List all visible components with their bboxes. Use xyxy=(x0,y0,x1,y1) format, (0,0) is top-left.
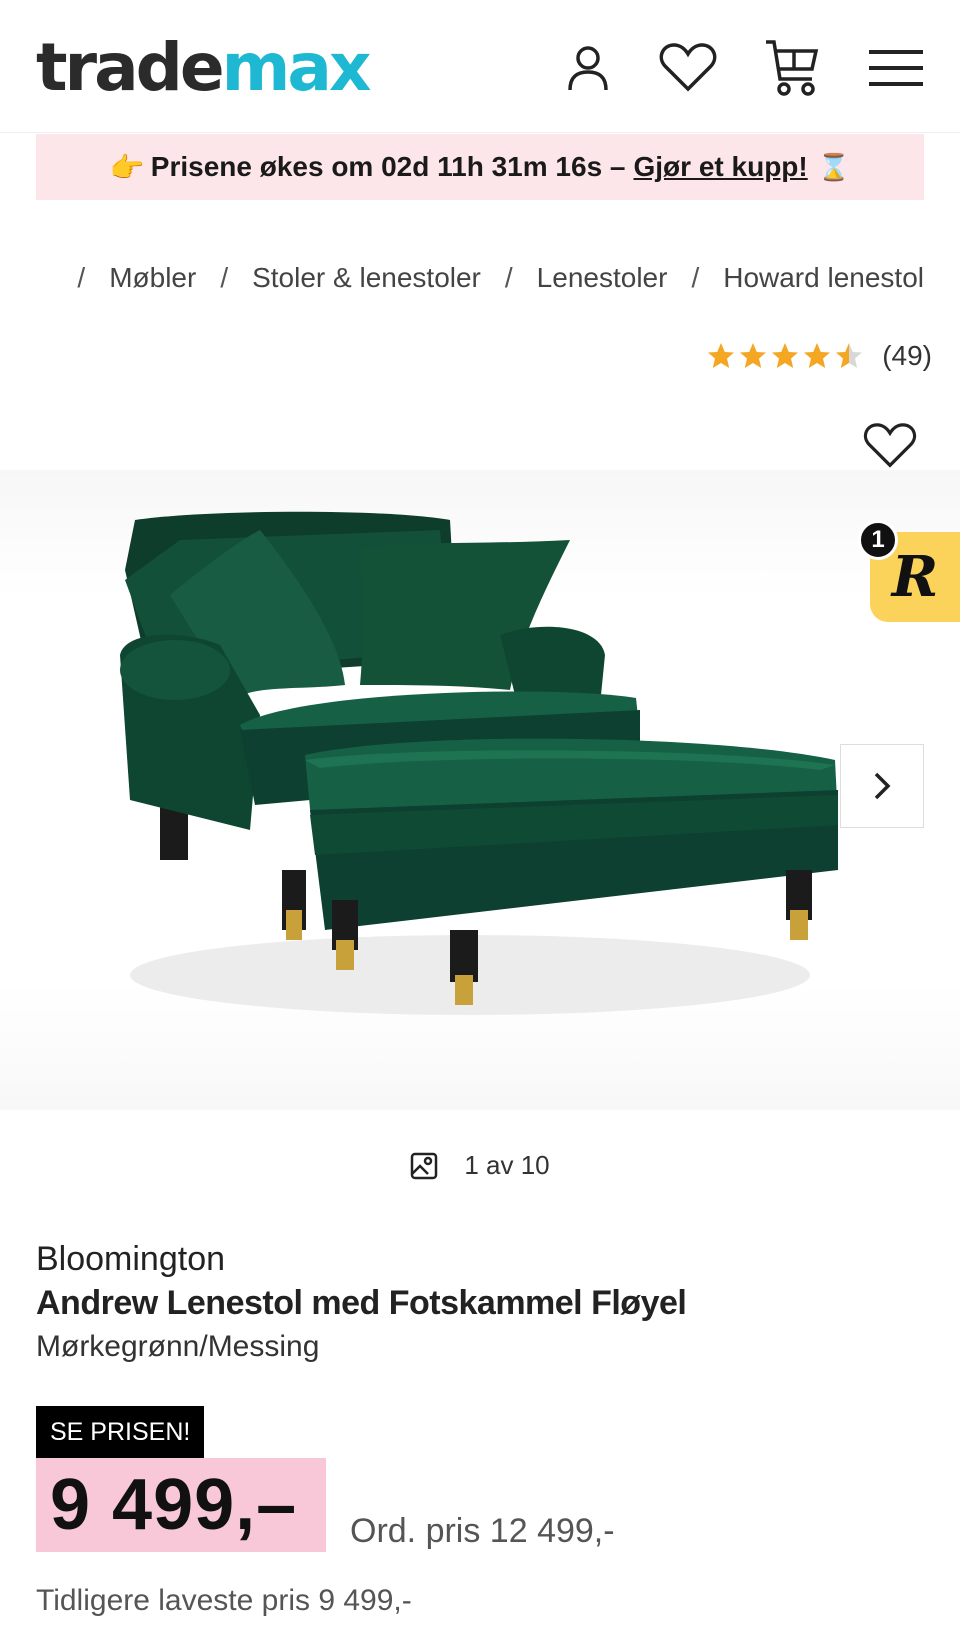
r-logo-icon: R xyxy=(891,544,939,610)
promo-label: SE PRISEN! xyxy=(36,1406,205,1458)
hourglass-icon: ⌛ xyxy=(817,151,851,182)
star-icon xyxy=(772,343,799,368)
menu-icon[interactable] xyxy=(864,36,928,100)
breadcrumb-separator: / xyxy=(504,262,513,293)
chevron-right-icon xyxy=(874,772,891,800)
breadcrumb-separator: / xyxy=(77,262,86,293)
image-counter[interactable]: 1 av 10 xyxy=(0,1150,960,1181)
add-to-wishlist-heart-icon[interactable] xyxy=(858,418,922,474)
image-counter-text: 1 av 10 xyxy=(464,1150,550,1180)
user-icon[interactable] xyxy=(556,36,620,100)
breadcrumb-separator: / xyxy=(220,262,229,293)
product-variant: Mørkegrønn/Messing xyxy=(36,1330,320,1363)
loyalty-badge[interactable]: R 1 xyxy=(858,520,960,622)
trademax-logo[interactable]: trademax xyxy=(36,26,372,110)
product-brand[interactable]: Bloomington xyxy=(36,1240,225,1279)
breadcrumb-item-current[interactable]: Howard lenestol xyxy=(723,262,924,294)
breadcrumb-item-lenestoler[interactable]: Lenestoler xyxy=(537,262,668,294)
ordinary-price: Ord. pris 12 499,- xyxy=(350,1512,615,1550)
breadcrumb-item-mobler[interactable]: Møbler xyxy=(109,262,196,294)
logo-text-max: max xyxy=(221,29,372,106)
product-image xyxy=(120,511,838,1015)
heart-icon[interactable] xyxy=(656,36,720,100)
product-price: 9 499,– xyxy=(36,1458,326,1552)
logo-text-trade: trade xyxy=(36,29,225,106)
star-icon xyxy=(740,343,767,368)
half-star-icon xyxy=(836,343,863,368)
breadcrumb-separator: / xyxy=(691,262,700,293)
site-header: trademax xyxy=(0,0,960,133)
badge-count: 1 xyxy=(858,520,898,560)
breadcrumb-item-stoler[interactable]: Stoler & lenestoler xyxy=(252,262,481,294)
product-image-gallery[interactable] xyxy=(0,470,960,1110)
pointing-hand-icon: 👉 xyxy=(109,151,145,183)
countdown-text: Prisene økes om 02d 11h 31m 16s – xyxy=(150,151,626,182)
image-icon xyxy=(411,1152,438,1179)
countdown-banner: 👉 Prisene økes om 02d 11h 31m 16s – Gjør… xyxy=(36,134,924,200)
rating-stars xyxy=(706,341,866,371)
product-rating[interactable]: (49) xyxy=(706,340,932,372)
cart-icon[interactable] xyxy=(760,36,824,100)
rating-count: (49) xyxy=(882,340,932,371)
next-image-button[interactable] xyxy=(840,744,924,828)
product-title: Andrew Lenestol med Fotskammel Fløyel xyxy=(36,1284,687,1322)
star-icon xyxy=(804,343,831,368)
star-icon xyxy=(708,343,735,368)
lowest-price-note: Tidligere laveste pris 9 499,- xyxy=(36,1584,412,1617)
deal-link[interactable]: Gjør et kupp! xyxy=(634,151,808,183)
breadcrumb: / Møbler / Stoler & lenestoler / Lenesto… xyxy=(0,262,960,302)
